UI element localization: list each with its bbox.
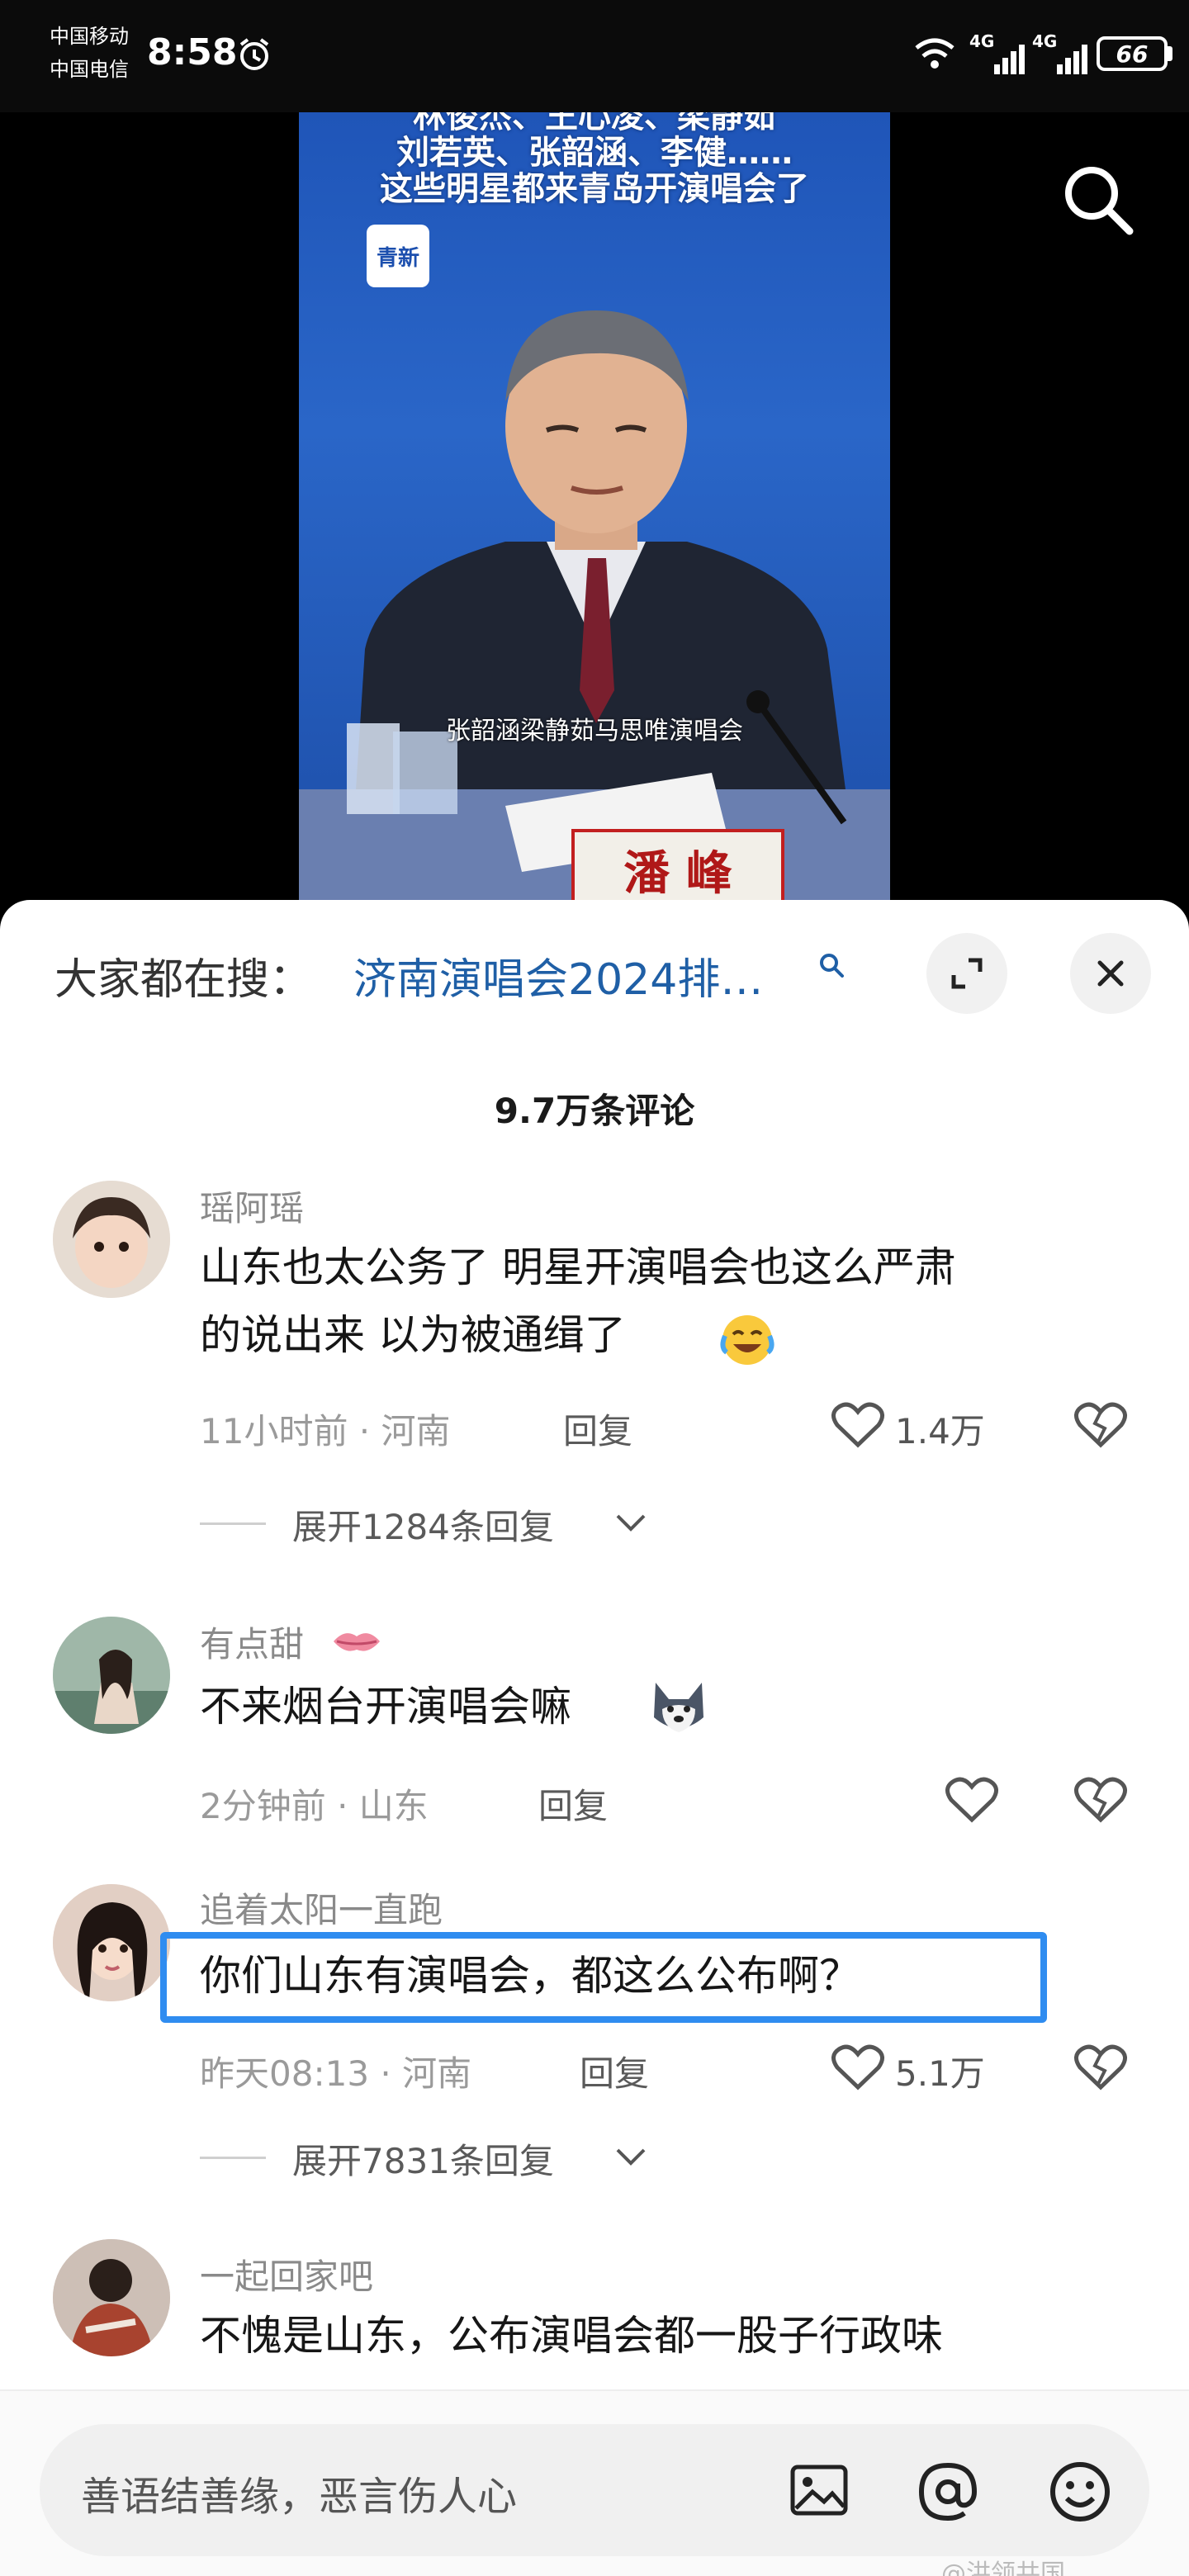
comment-meta: 11小时前 · 河南 xyxy=(200,1411,451,1451)
clock: 8:58 xyxy=(147,31,238,73)
name-plate: 潘 峰 xyxy=(571,829,784,903)
video-title-line-3: 这些明星都来青岛开演唱会了 xyxy=(380,170,809,208)
status-bar: 中国移动 中国电信 8:58 4G 4G 66 xyxy=(0,0,1189,112)
expand-divider xyxy=(200,2157,266,2159)
comment-text-line-2: 的说出来 以为被通缉了 xyxy=(200,1311,626,1359)
comment-author[interactable]: 追着太阳一直跑 xyxy=(200,1882,443,1933)
heart-icon[interactable] xyxy=(831,1400,885,1450)
reply-button[interactable]: 回复 xyxy=(563,1404,632,1454)
battery-icon: 66 xyxy=(1097,36,1168,71)
close-icon xyxy=(1097,960,1124,987)
emoji-icon[interactable] xyxy=(1047,2459,1113,2525)
fullscreen-button[interactable] xyxy=(926,933,1007,1014)
carrier-2: 中国电信 xyxy=(50,58,129,81)
comment-text-line-1: 不来烟台开演唱会嘛 xyxy=(200,1683,571,1731)
image-icon[interactable] xyxy=(788,2459,850,2522)
laugh-cry-emoji-icon xyxy=(720,1315,775,1365)
heart-icon[interactable] xyxy=(945,1775,999,1825)
wifi-icon xyxy=(915,38,955,69)
expand-icon xyxy=(951,958,983,989)
husky-emoji-icon xyxy=(654,1683,703,1732)
video-title-line-2: 刘若英、张韶涵、李健…… xyxy=(396,134,793,172)
dislike-broken-heart-icon[interactable] xyxy=(1073,2043,1128,2092)
dislike-broken-heart-icon[interactable] xyxy=(1073,1775,1128,1825)
video-title-line-1: 林俊杰、王心凌、梁静茹 xyxy=(413,112,776,135)
close-button[interactable] xyxy=(1070,933,1151,1014)
battery-tip xyxy=(1168,46,1172,61)
avatar[interactable] xyxy=(53,1181,170,1298)
comment-text-line-1: 你们山东有演唱会，都这么公布啊？ xyxy=(200,1952,860,2000)
reply-button[interactable]: 回复 xyxy=(580,2046,649,2096)
heart-icon[interactable] xyxy=(831,2043,885,2092)
search-icon[interactable] xyxy=(1060,162,1136,238)
video-player[interactable]: 林俊杰、王心凌、梁静茹 刘若英、张韶涵、李健…… 这些明星都来青岛开演唱会了 青… xyxy=(0,112,1189,921)
chevron-down-icon xyxy=(616,1514,646,1532)
comment-meta: 昨天08:13 · 河南 xyxy=(200,2053,472,2094)
comment-text-line-1: 不愧是山东，公布演唱会都一股子行政味 xyxy=(200,2312,943,2360)
like-count: 1.4万 xyxy=(895,1411,985,1451)
watermark: @洪领共国 xyxy=(941,2559,1065,2576)
video-subtitle: 张韶涵梁静茹马思唯演唱会 xyxy=(446,717,743,746)
search-suggestion-link[interactable]: 济南演唱会2024排… xyxy=(353,945,763,1006)
name-plate-text: 潘 峰 xyxy=(623,845,732,901)
lips-emoji-icon xyxy=(334,1633,380,1651)
avatar[interactable] xyxy=(53,2239,170,2356)
comment-input-bar: 善语结善缘，恶言伤人心 @洪领共国 xyxy=(0,2389,1189,2576)
expand-replies-button[interactable]: 展开7831条回复 xyxy=(292,2133,554,2184)
expand-divider xyxy=(200,1522,266,1525)
alarm-icon xyxy=(239,38,269,70)
video-frame[interactable]: 林俊杰、王心凌、梁静茹 刘若英、张韶涵、李健…… 这些明星都来青岛开演唱会了 青… xyxy=(299,112,890,903)
avatar[interactable] xyxy=(53,1617,170,1734)
comment-author[interactable]: 有点甜 xyxy=(200,1617,304,1667)
like-count: 5.1万 xyxy=(895,2053,985,2094)
search-prefix: 大家都在搜： xyxy=(54,955,313,1005)
comment-author[interactable]: 瑶阿瑶 xyxy=(200,1181,304,1231)
comment-count: 9.7万条评论 xyxy=(494,1091,695,1131)
avatar[interactable] xyxy=(53,1884,170,2001)
comment-input-placeholder: 善语结善缘，恶言伤人心 xyxy=(81,2474,518,2520)
reply-button[interactable]: 回复 xyxy=(538,1778,608,1829)
signal-2-icon: 4G xyxy=(1032,31,1090,76)
dislike-broken-heart-icon[interactable] xyxy=(1073,1400,1128,1450)
comments-sheet: 大家都在搜： 济南演唱会2024排… 9.7万条评论 瑶阿瑶 山东也太公务了 明… xyxy=(0,900,1189,2576)
battery-level: 66 xyxy=(1116,40,1149,68)
carrier-1: 中国移动 xyxy=(50,25,129,48)
comment-input[interactable]: 善语结善缘，恶言伤人心 xyxy=(40,2424,1149,2556)
search-suggestion-icon[interactable] xyxy=(817,951,846,979)
comment-meta: 2分钟前 · 山东 xyxy=(200,1786,429,1826)
speaker-figure xyxy=(299,310,890,903)
comment-author[interactable]: 一起回家吧 xyxy=(200,2249,373,2299)
signal-1-icon: 4G xyxy=(969,31,1027,76)
comment-text-line-1: 山东也太公务了 明星开演唱会也这么严肃 xyxy=(200,1243,956,1291)
mention-icon[interactable] xyxy=(915,2459,981,2525)
expand-replies-button[interactable]: 展开1284条回复 xyxy=(292,1499,554,1550)
chevron-down-icon xyxy=(616,2148,646,2166)
